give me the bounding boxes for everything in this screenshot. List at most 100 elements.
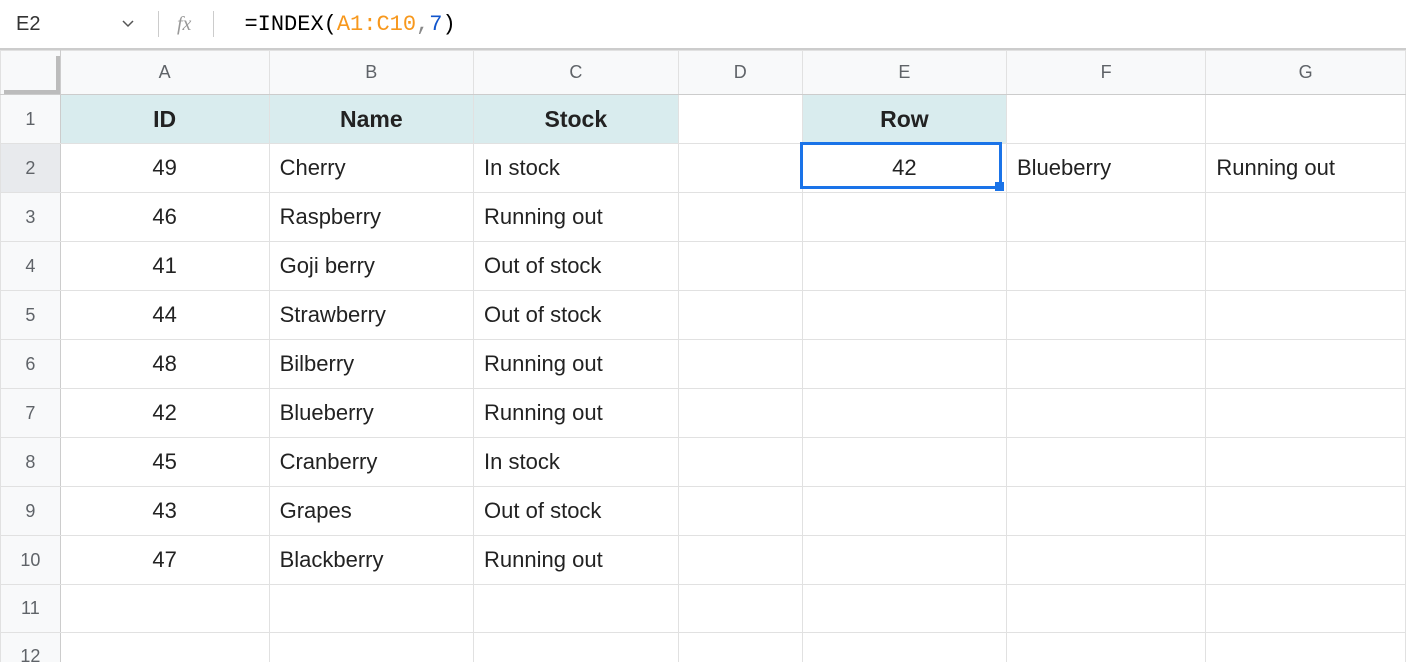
select-all-corner[interactable] [1, 51, 61, 95]
column-header-F[interactable]: F [1006, 51, 1205, 95]
cell-E7[interactable] [802, 389, 1006, 438]
cell-C8[interactable]: In stock [474, 438, 679, 487]
column-header-A[interactable]: A [60, 51, 269, 95]
cell-C10[interactable]: Running out [474, 536, 679, 585]
cell-G8[interactable] [1206, 438, 1406, 487]
cell-D9[interactable] [678, 487, 802, 536]
cell-G10[interactable] [1206, 536, 1406, 585]
cell-C9[interactable]: Out of stock [474, 487, 679, 536]
cell-F6[interactable] [1006, 340, 1205, 389]
cell-A2[interactable]: 49 [60, 144, 269, 193]
cell-A10[interactable]: 47 [60, 536, 269, 585]
name-box-dropdown-icon[interactable] [122, 20, 134, 28]
cell-F3[interactable] [1006, 193, 1205, 242]
cell-B4[interactable]: Goji berry [269, 242, 473, 291]
cell-B9[interactable]: Grapes [269, 487, 473, 536]
cell-G7[interactable] [1206, 389, 1406, 438]
cell-B3[interactable]: Raspberry [269, 193, 473, 242]
cell-C5[interactable]: Out of stock [474, 291, 679, 340]
cell-B7[interactable]: Blueberry [269, 389, 473, 438]
column-header-G[interactable]: G [1206, 51, 1406, 95]
cell-B11[interactable] [269, 585, 473, 633]
cell-C7[interactable]: Running out [474, 389, 679, 438]
cell-C6[interactable]: Running out [474, 340, 679, 389]
cell-F10[interactable] [1006, 536, 1205, 585]
row-header-10[interactable]: 10 [1, 536, 61, 585]
cell-F9[interactable] [1006, 487, 1205, 536]
cell-D3[interactable] [678, 193, 802, 242]
cell-A4[interactable]: 41 [60, 242, 269, 291]
cell-D1[interactable] [678, 95, 802, 144]
cell-A11[interactable] [60, 585, 269, 633]
cell-G12[interactable] [1206, 633, 1406, 662]
cell-D6[interactable] [678, 340, 802, 389]
cell-F2[interactable]: Blueberry [1006, 144, 1205, 193]
row-header-6[interactable]: 6 [1, 340, 61, 389]
cell-E12[interactable] [802, 633, 1006, 662]
cell-F11[interactable] [1006, 585, 1205, 633]
column-header-C[interactable]: C [474, 51, 679, 95]
cell-F5[interactable] [1006, 291, 1205, 340]
cell-F7[interactable] [1006, 389, 1205, 438]
cell-C12[interactable] [474, 633, 679, 662]
cell-A6[interactable]: 48 [60, 340, 269, 389]
row-header-1[interactable]: 1 [1, 95, 61, 144]
cell-G1[interactable] [1206, 95, 1406, 144]
cell-B10[interactable]: Blackberry [269, 536, 473, 585]
formula-input[interactable]: =INDEX(A1:C10, 7) [244, 12, 455, 37]
row-header-5[interactable]: 5 [1, 291, 61, 340]
column-header-E[interactable]: E [802, 51, 1006, 95]
column-header-B[interactable]: B [269, 51, 473, 95]
cell-A7[interactable]: 42 [60, 389, 269, 438]
cell-D5[interactable] [678, 291, 802, 340]
row-header-3[interactable]: 3 [1, 193, 61, 242]
cell-E6[interactable] [802, 340, 1006, 389]
cell-B5[interactable]: Strawberry [269, 291, 473, 340]
row-header-8[interactable]: 8 [1, 438, 61, 487]
cell-G2[interactable]: Running out [1206, 144, 1406, 193]
cell-B2[interactable]: Cherry [269, 144, 473, 193]
cell-E5[interactable] [802, 291, 1006, 340]
cell-A9[interactable]: 43 [60, 487, 269, 536]
cell-C1[interactable]: Stock [474, 95, 679, 144]
cell-G9[interactable] [1206, 487, 1406, 536]
cell-E8[interactable] [802, 438, 1006, 487]
cell-B8[interactable]: Cranberry [269, 438, 473, 487]
cell-F8[interactable] [1006, 438, 1205, 487]
cell-E2[interactable]: 42 [802, 144, 1006, 193]
cell-E3[interactable] [802, 193, 1006, 242]
cell-D4[interactable] [678, 242, 802, 291]
cell-B6[interactable]: Bilberry [269, 340, 473, 389]
cell-A3[interactable]: 46 [60, 193, 269, 242]
cell-F4[interactable] [1006, 242, 1205, 291]
cell-F12[interactable] [1006, 633, 1205, 662]
cell-C11[interactable] [474, 585, 679, 633]
cell-G4[interactable] [1206, 242, 1406, 291]
cell-E9[interactable] [802, 487, 1006, 536]
cell-A1[interactable]: ID [60, 95, 269, 144]
column-header-D[interactable]: D [678, 51, 802, 95]
row-header-12[interactable]: 12 [1, 633, 61, 662]
cell-C4[interactable]: Out of stock [474, 242, 679, 291]
cell-B12[interactable] [269, 633, 473, 662]
cell-A5[interactable]: 44 [60, 291, 269, 340]
cell-G11[interactable] [1206, 585, 1406, 633]
cell-D7[interactable] [678, 389, 802, 438]
name-box[interactable]: E2 [12, 13, 122, 36]
cell-F1[interactable] [1006, 95, 1205, 144]
row-header-4[interactable]: 4 [1, 242, 61, 291]
cell-C3[interactable]: Running out [474, 193, 679, 242]
cell-E1[interactable]: Row [802, 95, 1006, 144]
row-header-9[interactable]: 9 [1, 487, 61, 536]
cell-G6[interactable] [1206, 340, 1406, 389]
row-header-11[interactable]: 11 [1, 585, 61, 633]
spreadsheet-grid[interactable]: A B C D E F G 1 ID Name Stock Row 2 [0, 50, 1406, 662]
cell-D2[interactable] [678, 144, 802, 193]
row-header-2[interactable]: 2 [1, 144, 61, 193]
cell-G3[interactable] [1206, 193, 1406, 242]
cell-D12[interactable] [678, 633, 802, 662]
cell-A8[interactable]: 45 [60, 438, 269, 487]
cell-D11[interactable] [678, 585, 802, 633]
cell-C2[interactable]: In stock [474, 144, 679, 193]
cell-E11[interactable] [802, 585, 1006, 633]
